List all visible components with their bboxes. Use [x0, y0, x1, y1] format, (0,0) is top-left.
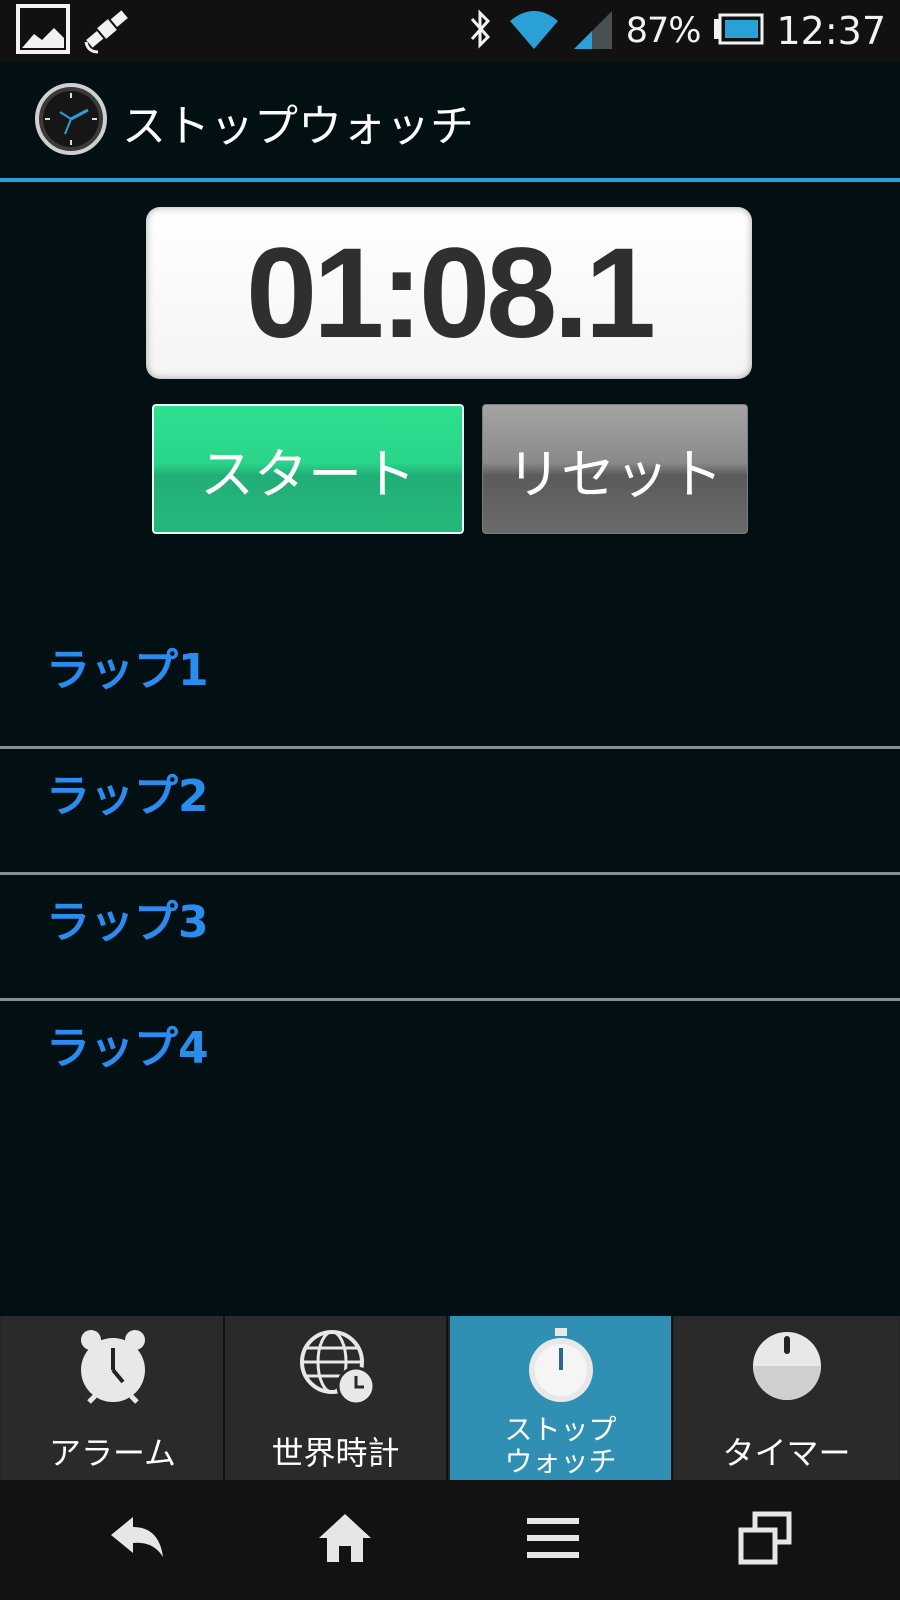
lap-label: ラップ1	[46, 645, 209, 696]
menu-icon	[525, 1514, 581, 1566]
tab-stopwatch[interactable]: ストップ ウォッチ	[450, 1316, 673, 1480]
battery-icon	[712, 13, 764, 49]
lap-label: ラップ2	[46, 771, 209, 822]
menu-button[interactable]	[508, 1498, 598, 1582]
tab-alarm[interactable]: アラーム	[2, 1316, 225, 1480]
image-icon	[16, 4, 70, 58]
gps-satellite-icon	[80, 2, 134, 60]
tab-bar: アラーム 世界時計 ストップ ウォッチ タイマー	[0, 1316, 900, 1480]
start-button[interactable]: スタート	[152, 404, 464, 534]
tab-world-clock[interactable]: 世界時計	[225, 1316, 448, 1480]
start-button-label: スタート	[200, 442, 416, 506]
home-button[interactable]	[300, 1498, 390, 1582]
reset-button-label: リセット	[507, 442, 723, 506]
stopwatch-time: 01:08.1	[245, 221, 656, 365]
tab-label: 世界時計	[271, 1434, 400, 1472]
bluetooth-icon	[466, 7, 496, 55]
tab-label: アラーム	[48, 1434, 177, 1472]
status-time: 12:37	[776, 9, 886, 53]
recent-apps-button[interactable]	[720, 1498, 810, 1582]
back-icon	[107, 1513, 167, 1567]
list-item: ラップ4	[0, 978, 900, 1104]
timer-icon	[747, 1326, 827, 1406]
list-item: ラップ3	[0, 852, 900, 978]
page-title: ストップウォッチ	[122, 101, 474, 152]
tab-label-line1: ストップ	[504, 1413, 617, 1446]
lap-label: ラップ3	[46, 897, 209, 948]
home-icon	[317, 1510, 373, 1570]
wifi-icon	[508, 7, 560, 55]
alarm-clock-icon	[73, 1326, 153, 1406]
stopwatch-icon	[521, 1326, 601, 1406]
status-bar: 87% 12:37	[0, 0, 900, 62]
status-bar-left	[16, 4, 134, 58]
status-bar-right: 87% 12:37	[466, 0, 886, 62]
list-item: ラップ1	[0, 600, 900, 726]
lap-label: ラップ4	[46, 1023, 209, 1074]
clock-icon	[34, 82, 108, 156]
tab-label: ストップ ウォッチ	[450, 1414, 671, 1478]
reset-button[interactable]: リセット	[482, 404, 748, 534]
app-bar: ストップウォッチ	[0, 62, 900, 182]
tab-label: タイマー	[722, 1434, 851, 1472]
back-button[interactable]	[92, 1498, 182, 1582]
tab-timer[interactable]: タイマー	[675, 1316, 898, 1480]
battery-percent: 87%	[625, 11, 702, 51]
navigation-bar	[0, 1480, 900, 1600]
stopwatch-display: 01:08.1	[146, 207, 752, 379]
world-clock-icon	[296, 1326, 376, 1406]
signal-icon	[572, 7, 614, 55]
recent-apps-icon	[737, 1510, 793, 1570]
list-item: ラップ2	[0, 726, 900, 852]
tab-label-line2: ウォッチ	[504, 1445, 617, 1478]
